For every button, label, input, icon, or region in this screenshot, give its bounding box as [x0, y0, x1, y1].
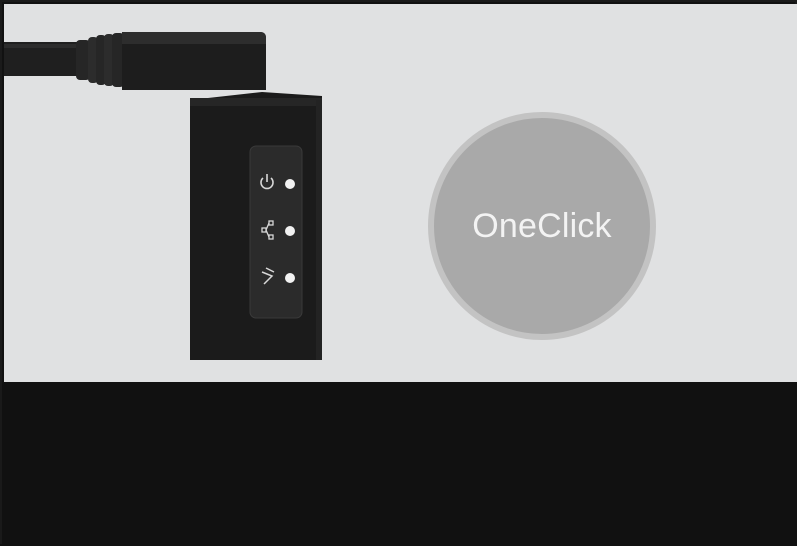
oneclick-button-label: OneClick	[472, 206, 612, 245]
strain-relief	[76, 33, 124, 87]
product-illustration: OneClick	[4, 4, 797, 382]
power-led	[285, 179, 295, 189]
bluetooth-led	[285, 273, 295, 283]
usb-device-drawing	[4, 32, 322, 360]
network-led	[285, 226, 295, 236]
oneclick-button[interactable]: OneClick	[428, 112, 656, 340]
footer-band	[2, 382, 797, 546]
screen: OneClick	[0, 0, 797, 546]
